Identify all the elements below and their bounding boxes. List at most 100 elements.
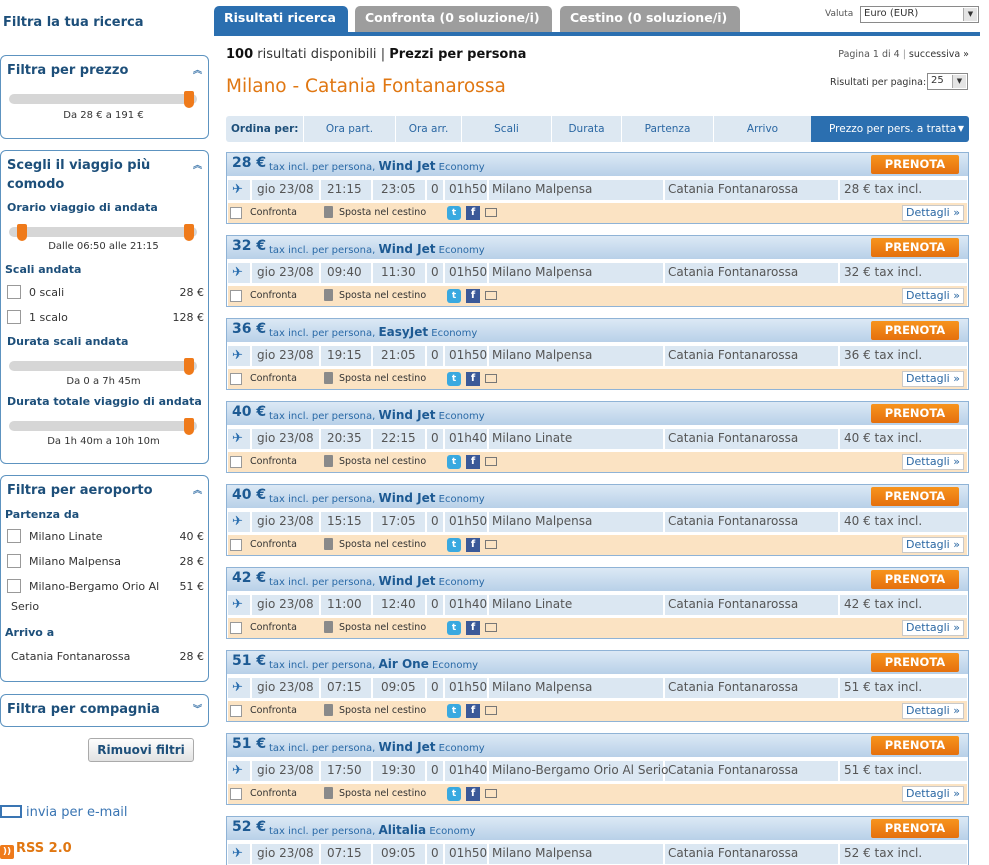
twitter-icon[interactable]: t (447, 787, 461, 801)
sort-arrival[interactable]: Arrivo (713, 116, 811, 142)
book-button[interactable]: PRENOTA (871, 819, 959, 838)
book-button[interactable]: PRENOTA (871, 321, 959, 340)
tab-basket[interactable]: Cestino (0 soluzione/i) (560, 6, 740, 32)
move-to-basket-link[interactable]: Sposta nel cestino (339, 456, 426, 467)
facebook-icon[interactable]: f (466, 372, 480, 386)
compare-label[interactable]: Confronta (250, 456, 297, 467)
trash-icon[interactable] (324, 455, 333, 467)
collapse-up-icon[interactable]: ︽ (193, 158, 202, 171)
move-to-basket-link[interactable]: Sposta nel cestino (339, 373, 426, 384)
move-to-basket-link[interactable]: Sposta nel cestino (339, 539, 426, 550)
details-button[interactable]: Dettagli » (902, 454, 964, 470)
details-button[interactable]: Dettagli » (902, 786, 964, 802)
details-button[interactable]: Dettagli » (902, 205, 964, 221)
compare-label[interactable]: Confronta (250, 705, 297, 716)
stop-duration-handle[interactable] (184, 358, 194, 375)
departure-option-malpensa[interactable]: Milano Malpensa 28 € (7, 553, 204, 571)
facebook-icon[interactable]: f (466, 455, 480, 469)
compare-checkbox[interactable] (230, 705, 242, 717)
tab-results[interactable]: Risultati ricerca (214, 6, 348, 32)
travel-filter-title[interactable]: Scegli il viaggio più comodo (1, 151, 171, 194)
trash-icon[interactable] (324, 206, 333, 218)
remove-filters-button[interactable]: Rimuovi filtri (88, 738, 194, 762)
collapse-up-icon[interactable]: ︽ (193, 63, 202, 76)
compare-label[interactable]: Confronta (250, 788, 297, 799)
chevron-down-icon[interactable]: ▼ (963, 8, 977, 21)
envelope-icon[interactable] (485, 540, 497, 549)
pager-next-link[interactable]: successiva » (909, 49, 969, 60)
details-button[interactable]: Dettagli » (902, 371, 964, 387)
airline-filter-title[interactable]: Filtra per compagnia (1, 695, 208, 719)
details-button[interactable]: Dettagli » (902, 703, 964, 719)
envelope-icon[interactable] (485, 457, 497, 466)
details-button[interactable]: Dettagli » (902, 620, 964, 636)
book-button[interactable]: PRENOTA (871, 736, 959, 755)
trash-icon[interactable] (324, 704, 333, 716)
departure-option-bergamo[interactable]: Milano-Bergamo Orio Al 51 € (7, 578, 204, 596)
trash-icon[interactable] (324, 289, 333, 301)
outbound-time-slider[interactable] (9, 224, 197, 241)
compare-label[interactable]: Confronta (250, 373, 297, 384)
move-to-basket-link[interactable]: Sposta nel cestino (339, 290, 426, 301)
move-to-basket-link[interactable]: Sposta nel cestino (339, 622, 426, 633)
compare-label[interactable]: Confronta (250, 207, 297, 218)
twitter-icon[interactable]: t (447, 455, 461, 469)
book-button[interactable]: PRENOTA (871, 404, 959, 423)
sort-departure-time[interactable]: Ora part. (303, 116, 395, 142)
airline-filter-box[interactable]: Filtra per compagnia ︾ (0, 694, 209, 727)
trash-icon[interactable] (324, 372, 333, 384)
departure-option-linate[interactable]: Milano Linate 40 € (7, 528, 204, 546)
compare-label[interactable]: Confronta (250, 290, 297, 301)
expand-down-icon[interactable]: ︾ (193, 702, 202, 715)
total-duration-handle[interactable] (184, 418, 194, 435)
price-filter-title[interactable]: Filtra per prezzo (1, 56, 208, 80)
outbound-time-max-handle[interactable] (184, 224, 194, 241)
sort-price-active[interactable]: Prezzo per pers. a tratta ▼ (811, 116, 969, 142)
compare-checkbox[interactable] (230, 373, 242, 385)
compare-checkbox[interactable] (230, 290, 242, 302)
move-to-basket-link[interactable]: Sposta nel cestino (339, 705, 426, 716)
sort-departure[interactable]: Partenza (621, 116, 713, 142)
departure-checkbox[interactable] (7, 529, 21, 543)
email-link[interactable]: invia per e-mail (0, 803, 128, 820)
stops-option-0[interactable]: 0 scali 28 € (7, 284, 204, 302)
per-page-select[interactable]: 25 ▼ (927, 73, 968, 90)
facebook-icon[interactable]: f (466, 538, 480, 552)
facebook-icon[interactable]: f (466, 289, 480, 303)
price-slider-handle[interactable] (184, 91, 194, 108)
trash-icon[interactable] (324, 621, 333, 633)
trash-icon[interactable] (324, 538, 333, 550)
stops-checkbox[interactable] (7, 285, 21, 299)
compare-checkbox[interactable] (230, 622, 242, 634)
twitter-icon[interactable]: t (447, 289, 461, 303)
envelope-icon[interactable] (485, 374, 497, 383)
envelope-icon[interactable] (485, 291, 497, 300)
compare-label[interactable]: Confronta (250, 539, 297, 550)
departure-checkbox[interactable] (7, 554, 21, 568)
book-button[interactable]: PRENOTA (871, 487, 959, 506)
compare-label[interactable]: Confronta (250, 622, 297, 633)
facebook-icon[interactable]: f (466, 704, 480, 718)
outbound-time-min-handle[interactable] (17, 224, 27, 241)
compare-checkbox[interactable] (230, 788, 242, 800)
details-button[interactable]: Dettagli » (902, 288, 964, 304)
book-button[interactable]: PRENOTA (871, 570, 959, 589)
details-button[interactable]: Dettagli » (902, 537, 964, 553)
move-to-basket-link[interactable]: Sposta nel cestino (339, 788, 426, 799)
compare-checkbox[interactable] (230, 207, 242, 219)
book-button[interactable]: PRENOTA (871, 155, 959, 174)
envelope-icon[interactable] (485, 208, 497, 217)
envelope-icon[interactable] (485, 706, 497, 715)
envelope-icon[interactable] (485, 789, 497, 798)
currency-select[interactable]: Euro (EUR) ▼ (860, 6, 979, 23)
compare-checkbox[interactable] (230, 539, 242, 551)
total-duration-slider[interactable] (9, 418, 197, 435)
departure-checkbox[interactable] (7, 579, 21, 593)
trash-icon[interactable] (324, 787, 333, 799)
twitter-icon[interactable]: t (447, 206, 461, 220)
sort-stops[interactable]: Scali (461, 116, 551, 142)
move-to-basket-link[interactable]: Sposta nel cestino (339, 207, 426, 218)
tab-compare[interactable]: Confronta (0 soluzione/i) (355, 6, 552, 32)
rss-link[interactable]: )) RSS 2.0 (0, 841, 72, 859)
twitter-icon[interactable]: t (447, 704, 461, 718)
